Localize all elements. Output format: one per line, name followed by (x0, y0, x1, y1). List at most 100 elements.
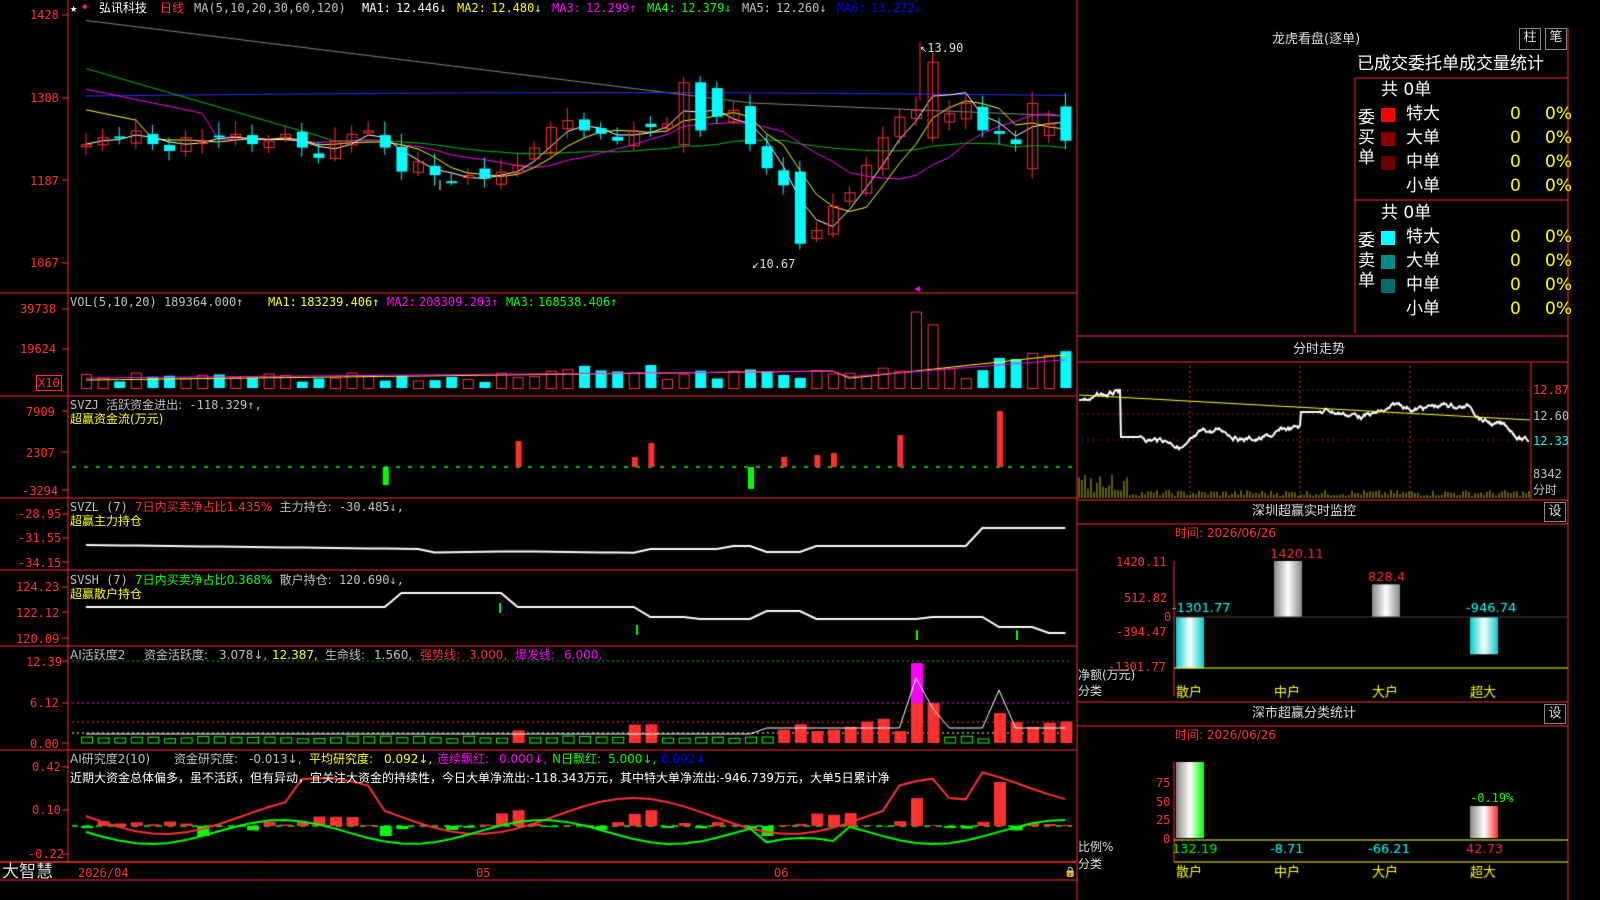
y-label-1: 1428 (30, 8, 59, 22)
row-count: 0 (1510, 227, 1521, 247)
ma2-label: MA2: (457, 1, 486, 15)
dragon-tiger-subtitle: 已成交委托单成交量统计 (1357, 54, 1544, 74)
star-icon[interactable]: ★ (70, 1, 77, 15)
vol-unit: X10 (36, 375, 62, 391)
x-label-3: 06 (774, 866, 789, 880)
ma4-value: 12.379↓ (681, 1, 732, 15)
svsh-y-3: 120.09 (16, 632, 60, 646)
category-time: 时间: 2026/06/26 (1175, 728, 1277, 742)
svzl-y-2: -31.55 (18, 531, 62, 545)
vol-y-2: 19624 (20, 342, 57, 356)
ai-active-y-2: 6.12 (30, 696, 59, 710)
vol-ma2-label: MA2: (387, 295, 416, 309)
svsh-y-1: 124.23 (16, 580, 60, 594)
dragon-tiger-title: 龙虎看盘(逐单) (1272, 32, 1361, 47)
period-label[interactable]: 日线 (160, 1, 184, 15)
low-price-label: ↙10.67 (752, 257, 796, 271)
vol-ma3-value: 168538.406↑ (538, 295, 618, 309)
side-label-char: 委 (1358, 231, 1375, 251)
ai-active-item-8: 6.000, (564, 648, 603, 662)
color-swatch (1381, 156, 1395, 170)
row-count: 0 (1510, 299, 1521, 319)
row-count: 0 (1510, 104, 1521, 124)
row-label: 特大 (1406, 227, 1440, 247)
vol-ma1-value: 183239.406↑ (300, 295, 380, 309)
ai-research-item-4: 连续飘红: (437, 752, 490, 766)
realtime-monitor-title: 深圳超赢实时监控 (1252, 504, 1357, 519)
ai-active-item-4: 1.560, (374, 648, 413, 662)
ma5-label: MA5: (742, 1, 771, 15)
ai-active-item-2: 12.387, (272, 648, 318, 662)
intraday-time-label: 分时 (1533, 483, 1558, 497)
vol-ma3-label: MA3: (506, 295, 535, 309)
svzj-subtitle: 超赢资金流(万元) (70, 412, 164, 426)
ai-research-item-8: 0.092↓, (661, 752, 710, 766)
total-count: 共 0单 (1381, 80, 1432, 100)
ma2-value: 12.480↓ (491, 1, 542, 15)
cs-y-4: 0 (1163, 832, 1171, 846)
row-count: 0 (1510, 176, 1521, 196)
ai-research-y-1: 0.42 (32, 760, 61, 774)
category-stats-title: 深市超赢分类统计 (1252, 706, 1357, 721)
row-label: 小单 (1406, 299, 1440, 319)
intraday-y-1: 12.87 (1533, 383, 1570, 397)
cs-x-title: 分类 (1078, 857, 1103, 871)
lock-icon[interactable]: 🔒 (1064, 866, 1076, 880)
row-pct: 0% (1545, 176, 1572, 196)
cs-top-label: -0.19% (1470, 791, 1514, 805)
side-label-char: 买 (1358, 128, 1375, 148)
row-label: 中单 (1406, 152, 1440, 172)
category-settings-button[interactable]: 设 (1544, 704, 1566, 724)
ai-research-y-3: -0.22 (28, 847, 65, 861)
ai-summary: 近期大资金总体偏多，虽不活跃，但有异动，宜关注大资金的持续性，今日大单净流出:-… (70, 771, 890, 785)
svsh-subtitle: 超赢散户持仓 (70, 587, 143, 601)
intraday-title: 分时走势 (1293, 342, 1346, 357)
row-pct: 0% (1545, 152, 1572, 172)
rt-y-2: 512.82 (1124, 591, 1168, 605)
column-view-button[interactable]: 柱 (1519, 28, 1541, 50)
color-swatch (1381, 279, 1395, 293)
row-pct: 0% (1545, 128, 1572, 148)
intraday-y-2: 12.60 (1533, 409, 1570, 423)
ai-active-item-7: 爆发线: (515, 648, 556, 662)
ai-active-item-5: 强势线: (420, 648, 461, 662)
ma5-value: 12.260↓ (776, 1, 827, 15)
cs-y-1: 75 (1156, 776, 1171, 790)
row-label: 特大 (1406, 104, 1440, 124)
ai-active-y-1: 12.39 (26, 655, 63, 669)
app-logo: 大智慧 (2, 862, 53, 882)
row-label: 中单 (1406, 275, 1440, 295)
ma4-label: MA4: (647, 1, 676, 15)
svzl-header: SVZL (7) 7日内买卖净占比1.435% 主力持仓: -30.485↓, (70, 500, 404, 514)
ma3-label: MA3: (552, 1, 581, 15)
color-swatch (1381, 231, 1395, 245)
row-pct: 0% (1545, 275, 1572, 295)
color-swatch (1381, 108, 1395, 122)
side-label-char: 卖 (1358, 251, 1375, 271)
flag-icon: ◆ (82, 2, 88, 12)
row-label: 大单 (1406, 251, 1440, 271)
ai-active-title: AI活跃度2 (70, 648, 126, 662)
row-label: 小单 (1406, 176, 1440, 196)
stock-name[interactable]: 弘讯科技 (99, 1, 147, 15)
ai-active-item-0: 资金活跃度: (144, 648, 209, 662)
ma1-label: MA1: (362, 1, 391, 15)
high-price-label: ↖13.90 (920, 41, 964, 55)
row-pct: 0% (1545, 227, 1572, 247)
rt-y-3: 0 (1164, 610, 1172, 624)
svsh-header: SVSH (7) 7日内买卖净占比0.368% 散户持仓: 120.690↓, (70, 573, 404, 587)
ai-active-y-3: 0.00 (30, 737, 59, 751)
x-label-1: 2026/04 (78, 866, 129, 880)
svzl-subtitle: 超赢主力持仓 (70, 514, 143, 528)
ma1-value: 12.446↓ (396, 1, 447, 15)
row-count: 0 (1510, 251, 1521, 271)
side-label-char: 单 (1358, 148, 1375, 168)
realtime-settings-button[interactable]: 设 (1544, 502, 1566, 522)
y-label-4: 1067 (30, 256, 59, 270)
vol-ma2-value: 208309.203↑ (419, 295, 499, 309)
ma3-value: 12.299↑ (586, 1, 637, 15)
trade-view-button[interactable]: 笔 (1545, 28, 1567, 50)
row-pct: 0% (1545, 251, 1572, 271)
rt-x-title: 分类 (1078, 684, 1103, 698)
svzj-header: SVZJ 活跃资金进出: -118.329↑, (70, 398, 262, 412)
